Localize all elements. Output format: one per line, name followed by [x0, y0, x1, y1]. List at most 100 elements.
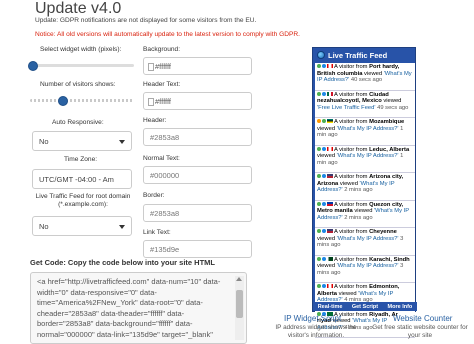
os-icon — [322, 284, 326, 289]
footer-more-info[interactable]: More Info — [388, 304, 413, 310]
item-mid: viewed — [381, 98, 402, 105]
flag-icon — [327, 91, 333, 96]
widget-width-slider[interactable] — [28, 60, 134, 71]
item-page-link[interactable]: 'What's My IP Address?' — [337, 126, 399, 132]
ip-widget-description: IP address widget shows the visitor's in… — [275, 324, 357, 339]
chevron-down-icon — [119, 140, 125, 144]
root-domain-value: No — [39, 222, 49, 231]
item-time: 2 mins ago — [342, 187, 373, 194]
browser-icon — [317, 91, 321, 96]
item-page-link[interactable]: 'Free Live Traffic Feed' — [317, 105, 376, 111]
scroll-thumb[interactable] — [236, 290, 243, 318]
visitors-shown-slider[interactable] — [30, 95, 134, 106]
item-time: 49 secs ago — [375, 104, 409, 111]
time-zone-value: UTC/GMT -04:00 - Am — [39, 175, 114, 184]
chevron-down-icon — [119, 225, 125, 229]
widget-footer: Real-time Get Script More Info — [313, 302, 417, 311]
flag-icon — [327, 64, 333, 69]
browser-icon — [317, 284, 321, 289]
website-counter-description: Get free static website counter for your… — [372, 324, 468, 339]
background-color-input[interactable]: #ffffff — [143, 57, 252, 75]
flag-icon — [327, 284, 333, 289]
color-swatch — [148, 98, 154, 107]
item-prefix: A visitor from — [334, 146, 370, 153]
item-place: Leduc, Alberta — [369, 146, 410, 153]
item-mid: viewed — [317, 235, 337, 242]
get-code-label: Get Code: Copy the code below into your … — [30, 258, 216, 267]
code-textarea[interactable]: <a href="http://livetrafficfeed.com" dat… — [30, 272, 247, 344]
feed-item: A visitor from Karachi, Sindh viewed 'Wh… — [315, 255, 415, 283]
auto-responsive-select[interactable]: No — [32, 131, 132, 151]
color-swatch — [148, 63, 154, 72]
footer-get-script[interactable]: Get Script — [352, 304, 378, 310]
ip-widget-script-link[interactable]: IP Widget Script — [284, 314, 341, 323]
link-text-value: #135d9e — [150, 245, 180, 254]
website-counter-link[interactable]: Website Counter — [393, 314, 452, 323]
background-label: Background: — [143, 46, 181, 53]
root-domain-label: Live Traffic Feed for root domain (*.exa… — [35, 193, 131, 208]
time-zone-label: Time Zone: — [64, 156, 98, 163]
feed-item: A visitor from Quezon city, Metro manila… — [315, 200, 415, 228]
normal-text-color-input[interactable]: #000000 — [143, 166, 252, 184]
flag-icon — [327, 256, 333, 261]
link-text-label: Link Text: — [143, 229, 171, 236]
flag-icon — [327, 229, 333, 234]
code-scrollbar[interactable] — [235, 276, 244, 340]
item-mid: viewed — [338, 180, 360, 187]
background-value: #ffffff — [155, 62, 171, 71]
feed-item: A visitor from Cheyenne viewed 'What's M… — [315, 228, 415, 256]
browser-icon — [317, 64, 321, 69]
gdpr-notice: Notice: All old versions will automatica… — [35, 31, 300, 38]
os-icon — [322, 201, 326, 206]
flag-icon — [327, 174, 333, 179]
item-page-link[interactable]: 'What's My IP Address?' — [337, 153, 399, 159]
border-value: #2853a8 — [150, 209, 180, 218]
item-page-link[interactable]: 'What's My IP Address?' — [337, 263, 399, 269]
widget-title: Live Traffic Feed — [328, 50, 388, 60]
item-mid: viewed — [352, 208, 375, 215]
feed-item: A visitor from Port hardy, British colum… — [315, 63, 415, 91]
item-place: Mozambique — [369, 119, 405, 125]
root-domain-select[interactable]: No — [32, 216, 132, 236]
browser-icon — [317, 119, 321, 124]
feed-item: A visitor from Arizona city, Arizona vie… — [315, 173, 415, 201]
auto-responsive-value: No — [39, 137, 49, 146]
browser-icon — [317, 146, 321, 151]
item-prefix: A visitor from — [334, 256, 370, 263]
item-prefix: A visitor from — [334, 229, 370, 235]
normal-text-label: Normal Text: — [143, 155, 180, 162]
page: Update v4.0 Update: GDPR notifications a… — [0, 0, 474, 344]
visitors-shown-label: Number of visitors shows: — [40, 81, 116, 88]
auto-responsive-label: Auto Responsive: — [52, 119, 104, 126]
footer-real-time[interactable]: Real-time — [318, 304, 343, 310]
header-text-label: Header Text: — [143, 81, 181, 88]
item-prefix: A visitor from — [334, 91, 370, 98]
header-label: Header: — [143, 117, 167, 124]
globe-icon — [317, 51, 325, 59]
feed-item: A visitor from Ciudad nezahualcoyotl, Me… — [315, 90, 415, 118]
slider-handle[interactable] — [28, 60, 38, 71]
item-prefix: A visitor from — [334, 119, 370, 125]
item-prefix: A visitor from — [334, 64, 370, 70]
time-zone-select[interactable]: UTC/GMT -04:00 - Am — [32, 169, 132, 189]
header-text-color-input[interactable]: #ffffff — [143, 92, 252, 110]
header-value: #2853a8 — [150, 133, 180, 142]
slider-handle[interactable] — [58, 95, 68, 106]
os-icon — [322, 174, 326, 179]
item-mid: viewed — [317, 125, 337, 132]
border-label: Border: — [143, 192, 165, 199]
border-color-input[interactable]: #2853a8 — [143, 204, 252, 222]
os-icon — [322, 91, 326, 96]
flag-icon — [327, 119, 333, 124]
live-traffic-feed-widget: Live Traffic Feed A visitor from Port ha… — [312, 47, 417, 338]
scroll-up-icon[interactable] — [236, 277, 242, 281]
item-place: Cheyenne — [369, 229, 397, 235]
header-color-input[interactable]: #2853a8 — [143, 128, 252, 146]
item-prefix: A visitor from — [334, 201, 370, 208]
link-text-color-input[interactable]: #135d9e — [143, 240, 252, 258]
browser-icon — [317, 256, 321, 261]
item-page-link[interactable]: 'What's My IP Address?' — [337, 236, 399, 242]
header-text-value: #ffffff — [155, 97, 171, 106]
item-time: 2 mins ago — [342, 214, 373, 221]
flag-icon — [327, 146, 333, 151]
